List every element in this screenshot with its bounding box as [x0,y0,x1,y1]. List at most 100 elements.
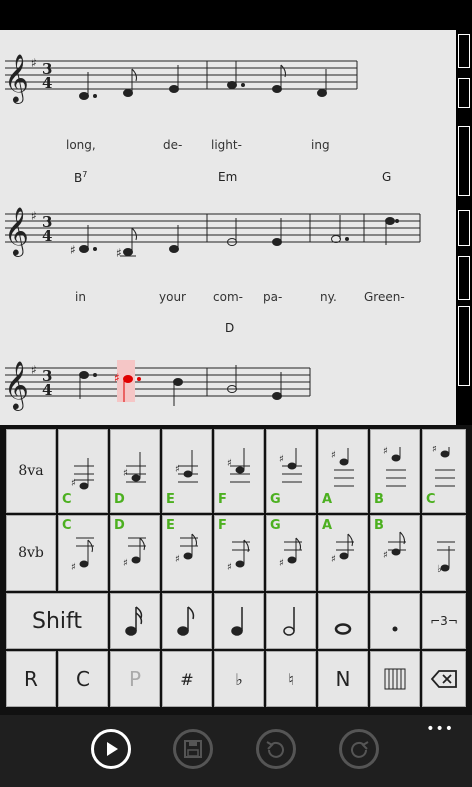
thumbnail-strip[interactable] [458,78,470,108]
note-glyph-icon: ♯ [383,446,406,487]
note-key-c-high[interactable]: C ♯ [58,429,108,513]
octave-up-button[interactable]: 8va [6,429,56,513]
note-glyph-icon: ♯ [71,537,94,573]
note-key-f-high[interactable]: F ♯ [214,429,264,513]
note-key-e-high[interactable]: E ♯ [162,429,212,513]
sixteenth-note-button[interactable] [110,593,160,649]
dot-button[interactable] [370,593,420,649]
svg-text:4: 4 [42,381,52,399]
triplet-button[interactable]: ⌐3¬ [422,593,466,649]
treble-clef-2: 𝄞 [4,206,29,257]
note-key-c-mid[interactable]: ♭ [422,515,466,591]
note-key-d-low[interactable]: D ♯ [110,515,160,591]
rest-button[interactable]: R [6,651,56,707]
svg-text:4: 4 [42,227,52,245]
sharp-button[interactable]: # [162,651,212,707]
note-glyph-icon: ♯ [331,448,354,487]
note-key-a-high[interactable]: A ♯ [318,429,368,513]
grid-button[interactable] [370,651,420,707]
lyric: Green- [364,290,405,304]
undo-icon [266,741,284,758]
octave-down-button[interactable]: 8vb [6,515,56,591]
lyric: ing [311,138,330,152]
whole-note-button[interactable] [318,593,368,649]
thumbnail-strip[interactable] [458,256,470,300]
redo-icon [351,741,369,758]
svg-text:4: 4 [42,74,52,92]
more-options-button[interactable]: ••• [426,721,454,737]
note-glyph-icon: ♯ [227,448,250,483]
svg-text:♯: ♯ [227,458,232,469]
thumbnail-strip[interactable] [458,34,470,68]
note-keyboard: 8va C ♯ D ♯ E ♯ F ♯ G ♯ A ♯ B ♯ C ♯ 8vb … [0,425,472,715]
svg-text:♯: ♯ [331,554,336,565]
thumbnail-strip[interactable] [458,306,470,386]
note-key-g-high[interactable]: G ♯ [266,429,316,513]
flat-button[interactable]: ♭ [214,651,264,707]
note-glyph-icon: ♯ [331,533,354,565]
eighth-note-icon [177,606,195,636]
svg-text:♭: ♭ [437,564,442,575]
eighth-note-button[interactable] [162,593,212,649]
lyric: pa- [263,290,283,304]
lyric: com- [213,290,243,304]
note-key-a-low[interactable]: A ♯ [318,515,368,591]
save-icon [184,740,202,758]
natural-button[interactable]: ♮ [266,651,316,707]
svg-text:♯: ♯ [279,454,284,465]
app-bar: ••• [0,715,472,787]
svg-text:♯: ♯ [123,468,128,479]
note-glyph-icon: ♯ [279,448,302,483]
shift-button[interactable]: Shift [6,593,108,649]
thumbnail-strip[interactable] [458,126,470,196]
dot-icon [392,626,398,632]
lyric: ny. [320,290,337,304]
note-key-g-low[interactable]: G ♯ [266,515,316,591]
thumbnail-strip[interactable] [458,210,470,246]
status-bar [0,0,472,30]
svg-text:♯: ♯ [383,446,388,457]
svg-text:♯: ♯ [116,246,122,260]
quarter-note-button[interactable] [214,593,264,649]
grid-icon [384,668,406,690]
half-note-icon [283,607,295,636]
score-view[interactable]: 𝄞 𝄞 𝄞 ♯ ♯ ♯ 3 4 3 4 3 4 ♯ ♯ ♯ long, de- … [0,30,472,425]
note-key-e-low[interactable]: E ♯ [162,515,212,591]
p-button[interactable]: P [110,651,160,707]
note-glyph-icon: ♯ [123,537,146,569]
staff-1 [5,60,358,90]
save-button[interactable] [173,729,213,769]
redo-button[interactable] [339,729,379,769]
note-key-f-low[interactable]: F ♯ [214,515,264,591]
note-key-c-low[interactable]: C ♯ [58,515,108,591]
chord-symbol: D [225,321,235,335]
staff-2 [5,213,421,243]
play-button[interactable] [91,729,131,769]
half-note-button[interactable] [266,593,316,649]
lyric: your [159,290,186,304]
treble-clef-1: 𝄞 [4,53,29,104]
note-key-c-top[interactable]: C ♯ [422,429,466,513]
undo-button[interactable] [256,729,296,769]
backspace-button[interactable] [422,651,466,707]
svg-text:♯: ♯ [123,558,128,569]
note-key-b-high[interactable]: B ♯ [370,429,420,513]
scroll-thumbnail-bar[interactable] [456,30,472,425]
note-glyph-icon: ♯ [175,533,198,565]
play-icon [107,742,118,756]
note-glyph-icon: ♯ [71,458,94,490]
note-key-d-high[interactable]: D ♯ [110,429,160,513]
note-glyph-icon: ♭ [437,541,455,575]
svg-text:♯: ♯ [331,450,336,461]
svg-text:♯: ♯ [175,554,180,565]
svg-text:♯: ♯ [383,550,388,561]
chord-symbol: B7 [74,170,88,185]
note-glyph-icon: ♯ [432,446,455,487]
chord-button[interactable]: C [58,651,108,707]
svg-text:♯: ♯ [71,562,76,573]
svg-text:♯: ♯ [71,478,76,489]
n-button[interactable]: N [318,651,368,707]
lyric: light- [211,138,242,152]
note-key-b-low[interactable]: B ♯ [370,515,420,591]
treble-clef-3: 𝄞 [4,360,29,411]
